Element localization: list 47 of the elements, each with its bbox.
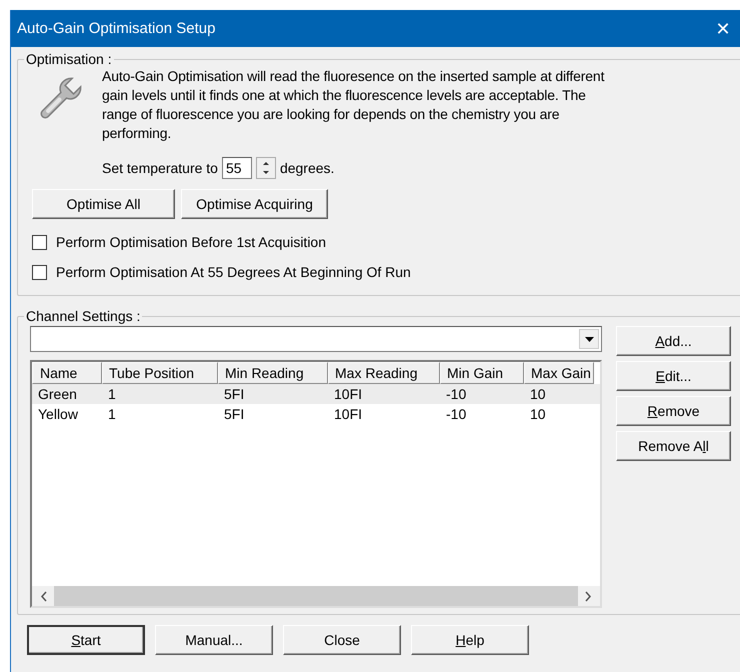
column-header[interactable]: Min Gain (440, 362, 524, 384)
dialog-button[interactable]: Start (27, 625, 145, 655)
dialog-button[interactable]: Help (411, 625, 529, 655)
group-label: Optimisation : (25, 51, 113, 67)
optimise-button[interactable]: Optimise All (32, 189, 175, 219)
channel-button[interactable]: Edit... (616, 361, 731, 391)
channel-dropdown[interactable] (30, 326, 602, 352)
optimise-button[interactable]: Optimise Acquiring (181, 189, 328, 219)
table-cell-text: -10 (445, 386, 468, 402)
column-header[interactable]: Max Gain (524, 362, 594, 384)
temperature-label: Set temperature to (102, 160, 218, 176)
table-row[interactable]: Yellow 1 5FI 10FI -10 10 (32, 404, 600, 424)
table-row[interactable]: Green 1 5FI 10FI -10 10 (32, 384, 600, 404)
table-cell-text: 1 (107, 406, 117, 422)
description-text: Auto-Gain Optimisation will read the fluoresence on the inserted sample at different gain levels until it finds one at which the fluorescence levels are acceptable. The range of fluorescence you are looking for depends on the chemistry you are performing. (102, 67, 606, 143)
dialog-button[interactable]: Close (283, 625, 401, 655)
table-cell-text: Green (37, 386, 78, 402)
scroll-right-icon[interactable] (584, 590, 592, 602)
table-cell-text: Yellow (37, 406, 79, 422)
table-cell-text: 10FI (333, 386, 364, 402)
column-header[interactable]: Name (32, 362, 102, 384)
table-cell-text: 5FI (223, 386, 246, 402)
checkbox[interactable] (32, 264, 47, 280)
scroll-left-icon[interactable] (40, 590, 48, 602)
close-button[interactable]: ✕ (708, 18, 738, 40)
table-cell-text: 10FI (333, 406, 364, 422)
table-cell-text: 5FI (223, 406, 246, 422)
checkbox-label: Perform Optimisation At 55 Degrees At Beginning Of Run (56, 264, 411, 280)
column-header[interactable]: Tube Position (102, 362, 218, 384)
table-cell-text: 10 (529, 406, 547, 422)
dialog-button[interactable]: Manual... (155, 625, 273, 655)
group-label: Channel Settings : (25, 308, 142, 324)
temperature-field[interactable]: 55 (222, 157, 252, 179)
column-header[interactable]: Min Reading (218, 362, 328, 384)
checkbox[interactable] (32, 234, 47, 250)
channel-button[interactable]: Remove All (616, 431, 731, 461)
channel-button[interactable]: Add... (616, 326, 731, 356)
window-title: Auto-Gain Optimisation Setup (17, 20, 216, 37)
unit-label: degrees. (280, 160, 334, 176)
table-cell-text: 10 (529, 386, 547, 402)
table-cell-text: -10 (445, 406, 468, 422)
channel-button[interactable]: Remove (616, 396, 731, 426)
table-cell-text: 1 (107, 386, 117, 402)
spin-buttons[interactable] (256, 157, 276, 179)
horizontal-scrollbar[interactable] (32, 586, 600, 606)
column-header[interactable]: Max Reading (328, 362, 440, 384)
checkbox-label: Perform Optimisation Before 1st Acquisition (56, 234, 326, 250)
